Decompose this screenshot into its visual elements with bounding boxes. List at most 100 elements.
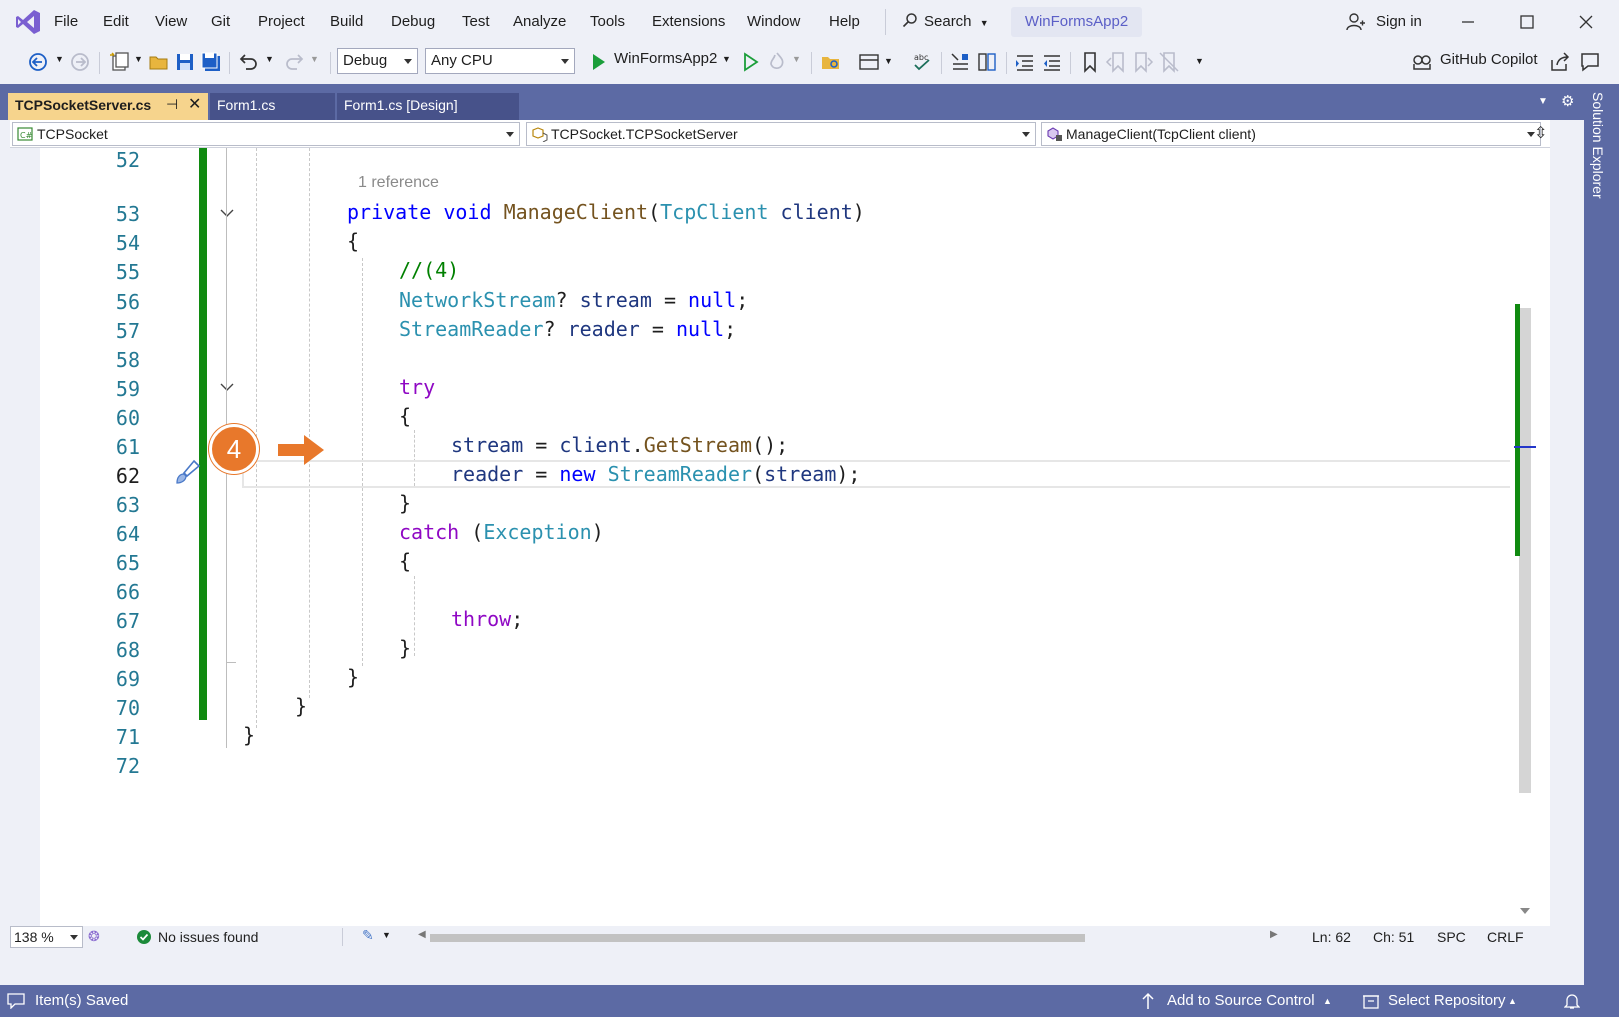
line-indicator[interactable]: Ln: 62 [1312,929,1351,945]
line-number: 72 [115,754,140,778]
menu-edit[interactable]: Edit [103,13,129,30]
split-window-icon[interactable]: ⇳ [1534,123,1547,143]
add-to-source-control-button[interactable]: Add to Source Control [1167,992,1315,1009]
uncomment-icon[interactable] [975,50,999,74]
close-icon[interactable] [1574,10,1598,34]
sign-in-link[interactable]: Sign in [1376,13,1422,30]
hot-reload-icon[interactable] [765,50,789,74]
type-dropdown[interactable]: TCPSocket.TCPSocketServer [526,122,1036,146]
toolbox-icon[interactable] [857,50,881,74]
menu-build[interactable]: Build [330,13,363,30]
menu-tools[interactable]: Tools [590,13,625,30]
pin-icon[interactable]: ⊣ [166,96,178,113]
zoom-dropdown[interactable]: 138 % [10,926,83,948]
select-repository-button[interactable]: Select Repository [1388,992,1506,1009]
chevron-up-icon[interactable]: ▲ [1323,996,1332,1006]
configuration-dropdown[interactable]: Debug [337,48,418,74]
save-icon[interactable] [173,50,197,74]
close-tab-icon[interactable]: ✕ [188,94,201,114]
outdent-icon[interactable] [1040,50,1064,74]
toolbar-overflow-icon[interactable]: ▼ [1195,56,1219,80]
save-all-icon[interactable] [199,50,223,74]
code-line-62: reader = new StreamReader(stream); [451,462,860,486]
whitespace-indicator[interactable]: SPC [1437,929,1466,945]
tab-tcpsocketserver[interactable]: TCPSocketServer.cs ⊣ ✕ [8,93,208,120]
code-token: GetStream [643,433,753,457]
code-editor[interactable]: 52 53 54 55 56 57 58 59 60 61 62 63 64 6… [10,148,1550,948]
scrollbar-thumb[interactable] [1519,308,1531,793]
code-token: client [780,200,853,224]
navigate-back-icon[interactable] [26,50,50,74]
notifications-bell-icon[interactable] [1564,992,1580,1010]
csharp-project-icon: C# [17,127,33,141]
browse-folder-icon[interactable] [819,50,843,74]
menu-extensions[interactable]: Extensions [652,13,725,30]
output-window-icon[interactable] [7,993,25,1009]
column-indicator[interactable]: Ch: 51 [1373,929,1414,945]
codelens-references[interactable]: 1 reference [358,174,439,192]
layout-dropdown-icon[interactable]: ▼ [884,56,908,80]
indent-guide [309,148,310,698]
menu-debug[interactable]: Debug [391,13,435,30]
new-project-icon[interactable] [108,50,132,74]
menu-test[interactable]: Test [462,13,490,30]
clear-bookmarks-icon[interactable] [1157,50,1181,74]
share-icon[interactable] [1548,50,1572,74]
navigate-forward-icon[interactable] [68,50,92,74]
collapse-chevron-icon[interactable] [218,380,236,394]
tab-form1-cs[interactable]: Form1.cs [210,93,335,120]
scroll-right-icon[interactable]: ▶ [1270,929,1278,940]
tab-label: TCPSocketServer.cs [15,97,152,113]
minimize-icon[interactable] [1456,10,1480,34]
search-button[interactable]: Search ▼ [902,12,989,30]
menu-window[interactable]: Window [747,13,800,30]
quick-actions-brush-icon[interactable] [172,458,202,488]
code-cleanup-dropdown-icon[interactable]: ▼ [382,930,391,940]
run-target-button[interactable]: WinFormsApp2 [614,50,717,67]
scroll-left-icon[interactable]: ◀ [418,929,426,940]
scroll-down-icon[interactable] [1520,908,1530,914]
visual-studio-logo-icon[interactable] [14,8,42,36]
solution-explorer-tab[interactable]: Solution Explorer [1590,92,1606,199]
platform-dropdown[interactable]: Any CPU [425,48,575,74]
redo-icon[interactable] [282,50,306,74]
scrollbar-caret-marker [1514,446,1536,448]
menu-project[interactable]: Project [258,13,305,30]
start-without-debugging-icon[interactable] [738,50,762,74]
undo-icon[interactable] [237,50,261,74]
collapse-chevron-icon[interactable] [218,206,236,220]
comment-icon[interactable] [948,50,972,74]
tab-list-dropdown-icon[interactable]: ▼ [1538,96,1548,107]
horizontal-scrollbar-thumb[interactable] [430,934,1085,942]
previous-bookmark-icon[interactable] [1104,50,1128,74]
bookmark-icon[interactable] [1078,50,1102,74]
indent-icon[interactable] [1013,50,1037,74]
copilot-button[interactable]: GitHub Copilot [1440,51,1538,68]
menu-help[interactable]: Help [829,13,860,30]
maximize-icon[interactable] [1515,10,1539,34]
menu-git[interactable]: Git [211,13,230,30]
line-number: 57 [115,319,140,343]
spell-check-icon[interactable]: abc [910,50,934,74]
tab-form1-design[interactable]: Form1.cs [Design] [337,93,519,120]
line-number: 53 [115,202,140,226]
intellicode-icon[interactable]: ❂ [88,928,100,945]
copilot-icon[interactable] [1410,50,1434,74]
code-cleanup-brush-icon[interactable]: ✎ [362,927,374,944]
settings-gear-icon[interactable]: ⚙ [1561,92,1574,110]
hot-reload-dropdown-icon[interactable]: ▼ [792,54,816,78]
next-bookmark-icon[interactable] [1131,50,1155,74]
menu-file[interactable]: File [54,13,78,30]
check-circle-icon [137,930,151,944]
feedback-icon[interactable] [1578,50,1602,74]
project-dropdown[interactable]: C# TCPSocket [12,122,520,146]
menu-analyze[interactable]: Analyze [513,13,566,30]
menu-view[interactable]: View [155,13,187,30]
open-folder-icon[interactable] [147,50,171,74]
line-ending-indicator[interactable]: CRLF [1487,929,1524,945]
start-debugging-icon[interactable] [586,50,610,74]
code-token: StreamReader [399,317,544,341]
member-dropdown[interactable]: ManageClient(TcpClient client) [1041,122,1541,146]
issues-status[interactable]: No issues found [158,929,258,945]
chevron-up-icon[interactable]: ▲ [1508,996,1517,1006]
